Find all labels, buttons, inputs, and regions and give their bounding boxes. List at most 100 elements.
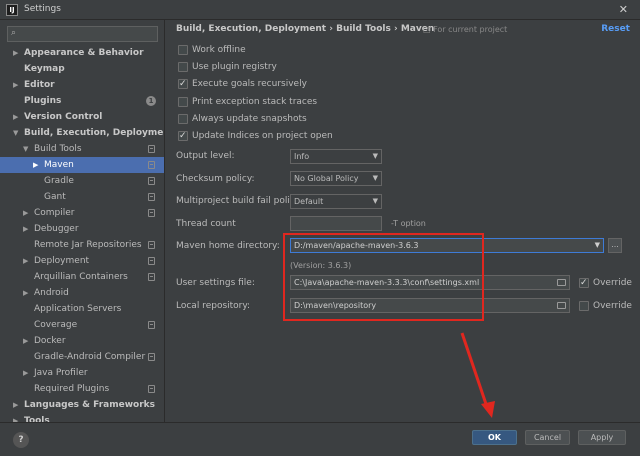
reset-link[interactable]: Reset	[601, 24, 630, 34]
for-current-project-label: □ For current project	[423, 25, 508, 34]
sidebar-item-label: Gradle	[44, 176, 74, 186]
chevron-down-icon[interactable]: ▼	[13, 125, 18, 141]
chevron-right-icon[interactable]: ▶	[13, 413, 18, 422]
sidebar-item-required-plugins[interactable]: Required Plugins	[0, 381, 164, 397]
sidebar-item-arquillian-containers[interactable]: Arquillian Containers	[0, 269, 164, 285]
sidebar-item-maven[interactable]: ▶ Maven	[0, 157, 164, 173]
browse-button[interactable]: ...	[608, 238, 622, 253]
checkbox-label: Always update snapshots	[192, 113, 307, 124]
help-icon[interactable]: ?	[13, 432, 29, 448]
project-settings-icon	[148, 385, 155, 393]
settings-tree: ▶ Appearance & Behavior Keymap ▶ Editor Plugi…	[0, 45, 165, 422]
sidebar-item-label: Maven	[44, 160, 74, 170]
sidebar-item-editor[interactable]: ▶ Editor	[0, 77, 164, 93]
sidebar-item-docker[interactable]: ▶ Docker	[0, 333, 164, 349]
sidebar-item-label: Gradle-Android Compiler	[34, 352, 146, 362]
checkbox-unchecked[interactable]	[178, 62, 188, 73]
sidebar-item-gradle[interactable]: Gradle	[0, 173, 164, 189]
sidebar-item-keymap[interactable]: Keymap	[0, 61, 164, 77]
project-settings-icon	[148, 273, 155, 281]
chevron-down-icon[interactable]: ▼	[23, 141, 28, 157]
checkbox-label: Execute goals recursively	[192, 79, 307, 90]
sidebar-item-label: Debugger	[34, 224, 79, 234]
chevron-right-icon[interactable]: ▶	[13, 45, 18, 61]
dialog-footer: ? OK Cancel Apply	[0, 422, 640, 456]
folder-icon[interactable]	[557, 279, 566, 286]
sidebar-item-plugins[interactable]: Plugins 1	[0, 93, 164, 109]
checksum-policy-label: Checksum policy:	[176, 174, 255, 184]
sidebar-item-label: Arquillian Containers	[34, 272, 128, 282]
chevron-right-icon[interactable]: ▶	[13, 77, 18, 93]
sidebar-item-deployment[interactable]: ▶ Deployment	[0, 253, 164, 269]
sidebar-item-label: Deployment	[34, 256, 90, 266]
sidebar-item-label: Required Plugins	[34, 384, 110, 394]
checkbox-unchecked[interactable]	[178, 113, 188, 124]
checkbox-unchecked[interactable]	[178, 96, 188, 107]
app-icon: IJ	[6, 4, 18, 16]
checkbox-label: Work offline	[192, 45, 246, 55]
project-settings-icon	[148, 145, 155, 153]
project-settings-icon	[148, 193, 155, 201]
chevron-right-icon[interactable]: ▶	[13, 109, 18, 125]
cancel-button[interactable]: Cancel	[525, 430, 570, 445]
sidebar-item-languages-frameworks[interactable]: ▶ Languages & Frameworks	[0, 397, 164, 413]
maven-home-label: Maven home directory:	[176, 241, 280, 251]
search-input[interactable]: ⌕	[7, 26, 158, 42]
ok-button[interactable]: OK	[472, 430, 517, 445]
apply-button[interactable]: Apply	[578, 430, 626, 445]
thread-count-input[interactable]	[290, 216, 382, 231]
checkbox-unchecked[interactable]	[579, 301, 589, 311]
project-settings-icon	[148, 209, 155, 217]
window-title: Settings	[24, 4, 61, 14]
sidebar-item-gradle-android-compiler[interactable]: Gradle-Android Compiler	[0, 349, 164, 365]
checkbox-unchecked[interactable]	[178, 45, 188, 55]
chevron-right-icon[interactable]: ▶	[33, 157, 38, 173]
folder-icon[interactable]	[557, 302, 566, 309]
close-icon[interactable]: ✕	[619, 3, 628, 16]
chevron-right-icon[interactable]: ▶	[23, 285, 28, 301]
chevron-right-icon[interactable]: ▶	[23, 365, 28, 381]
sidebar-item-application-servers[interactable]: Application Servers	[0, 301, 164, 317]
checkbox-checked[interactable]	[178, 77, 188, 91]
chevron-right-icon[interactable]: ▶	[23, 221, 28, 237]
breadcrumb: Build, Execution, Deployment › Build Too…	[176, 24, 435, 34]
project-settings-icon	[148, 161, 155, 169]
sidebar-item-compiler[interactable]: ▶ Compiler	[0, 205, 164, 221]
chevron-down-icon: ▼	[372, 197, 378, 205]
multiproject-fail-policy-select[interactable]: Default ▼	[290, 194, 382, 209]
sidebar-item-java-profiler[interactable]: ▶ Java Profiler	[0, 365, 164, 381]
sidebar-item-remote-jar-repositories[interactable]: Remote Jar Repositories	[0, 237, 164, 253]
chevron-down-icon: ▼	[594, 241, 600, 249]
local-repository-label: Local repository:	[176, 301, 251, 311]
sidebar-item-build-tools[interactable]: ▼ Build Tools	[0, 141, 164, 157]
chevron-right-icon[interactable]: ▶	[23, 333, 28, 349]
checksum-policy-select[interactable]: No Global Policy ▼	[290, 171, 382, 186]
chevron-right-icon[interactable]: ▶	[23, 253, 28, 269]
sidebar-item-label: Appearance & Behavior	[24, 48, 144, 58]
sidebar-item-version-control[interactable]: ▶ Version Control	[0, 109, 164, 125]
project-settings-icon	[148, 257, 155, 265]
output-level-select[interactable]: Info ▼	[290, 149, 382, 164]
sidebar-item-label: Build, Execution, Deployment	[24, 128, 165, 138]
checkbox-checked[interactable]	[178, 129, 188, 143]
checkbox-checked[interactable]	[579, 276, 589, 290]
sidebar-item-tools[interactable]: ▶ Tools	[0, 413, 164, 422]
chevron-right-icon[interactable]: ▶	[13, 397, 18, 413]
checkbox-label: Print exception stack traces	[192, 96, 318, 107]
output-level-label: Output level:	[176, 151, 235, 161]
sidebar-item-label: Build Tools	[34, 144, 82, 154]
chevron-down-icon: ▼	[372, 152, 378, 160]
sidebar-item-label: Docker	[34, 336, 66, 346]
sidebar-item-coverage[interactable]: Coverage	[0, 317, 164, 333]
sidebar-item-gant[interactable]: Gant	[0, 189, 164, 205]
project-settings-icon	[148, 321, 155, 329]
sidebar-item-android[interactable]: ▶ Android	[0, 285, 164, 301]
chevron-down-icon: ▼	[372, 174, 378, 182]
sidebar-item-build-execution-deployment[interactable]: ▼ Build, Execution, Deployment	[0, 125, 165, 141]
sidebar-item-appearance-behavior[interactable]: ▶ Appearance & Behavior	[0, 45, 164, 61]
project-settings-icon	[148, 177, 155, 185]
chevron-right-icon[interactable]: ▶	[23, 205, 28, 221]
sidebar-item-debugger[interactable]: ▶ Debugger	[0, 221, 164, 237]
sidebar-item-label: Tools	[24, 416, 50, 422]
checkbox-label: Use plugin registry	[192, 62, 277, 73]
